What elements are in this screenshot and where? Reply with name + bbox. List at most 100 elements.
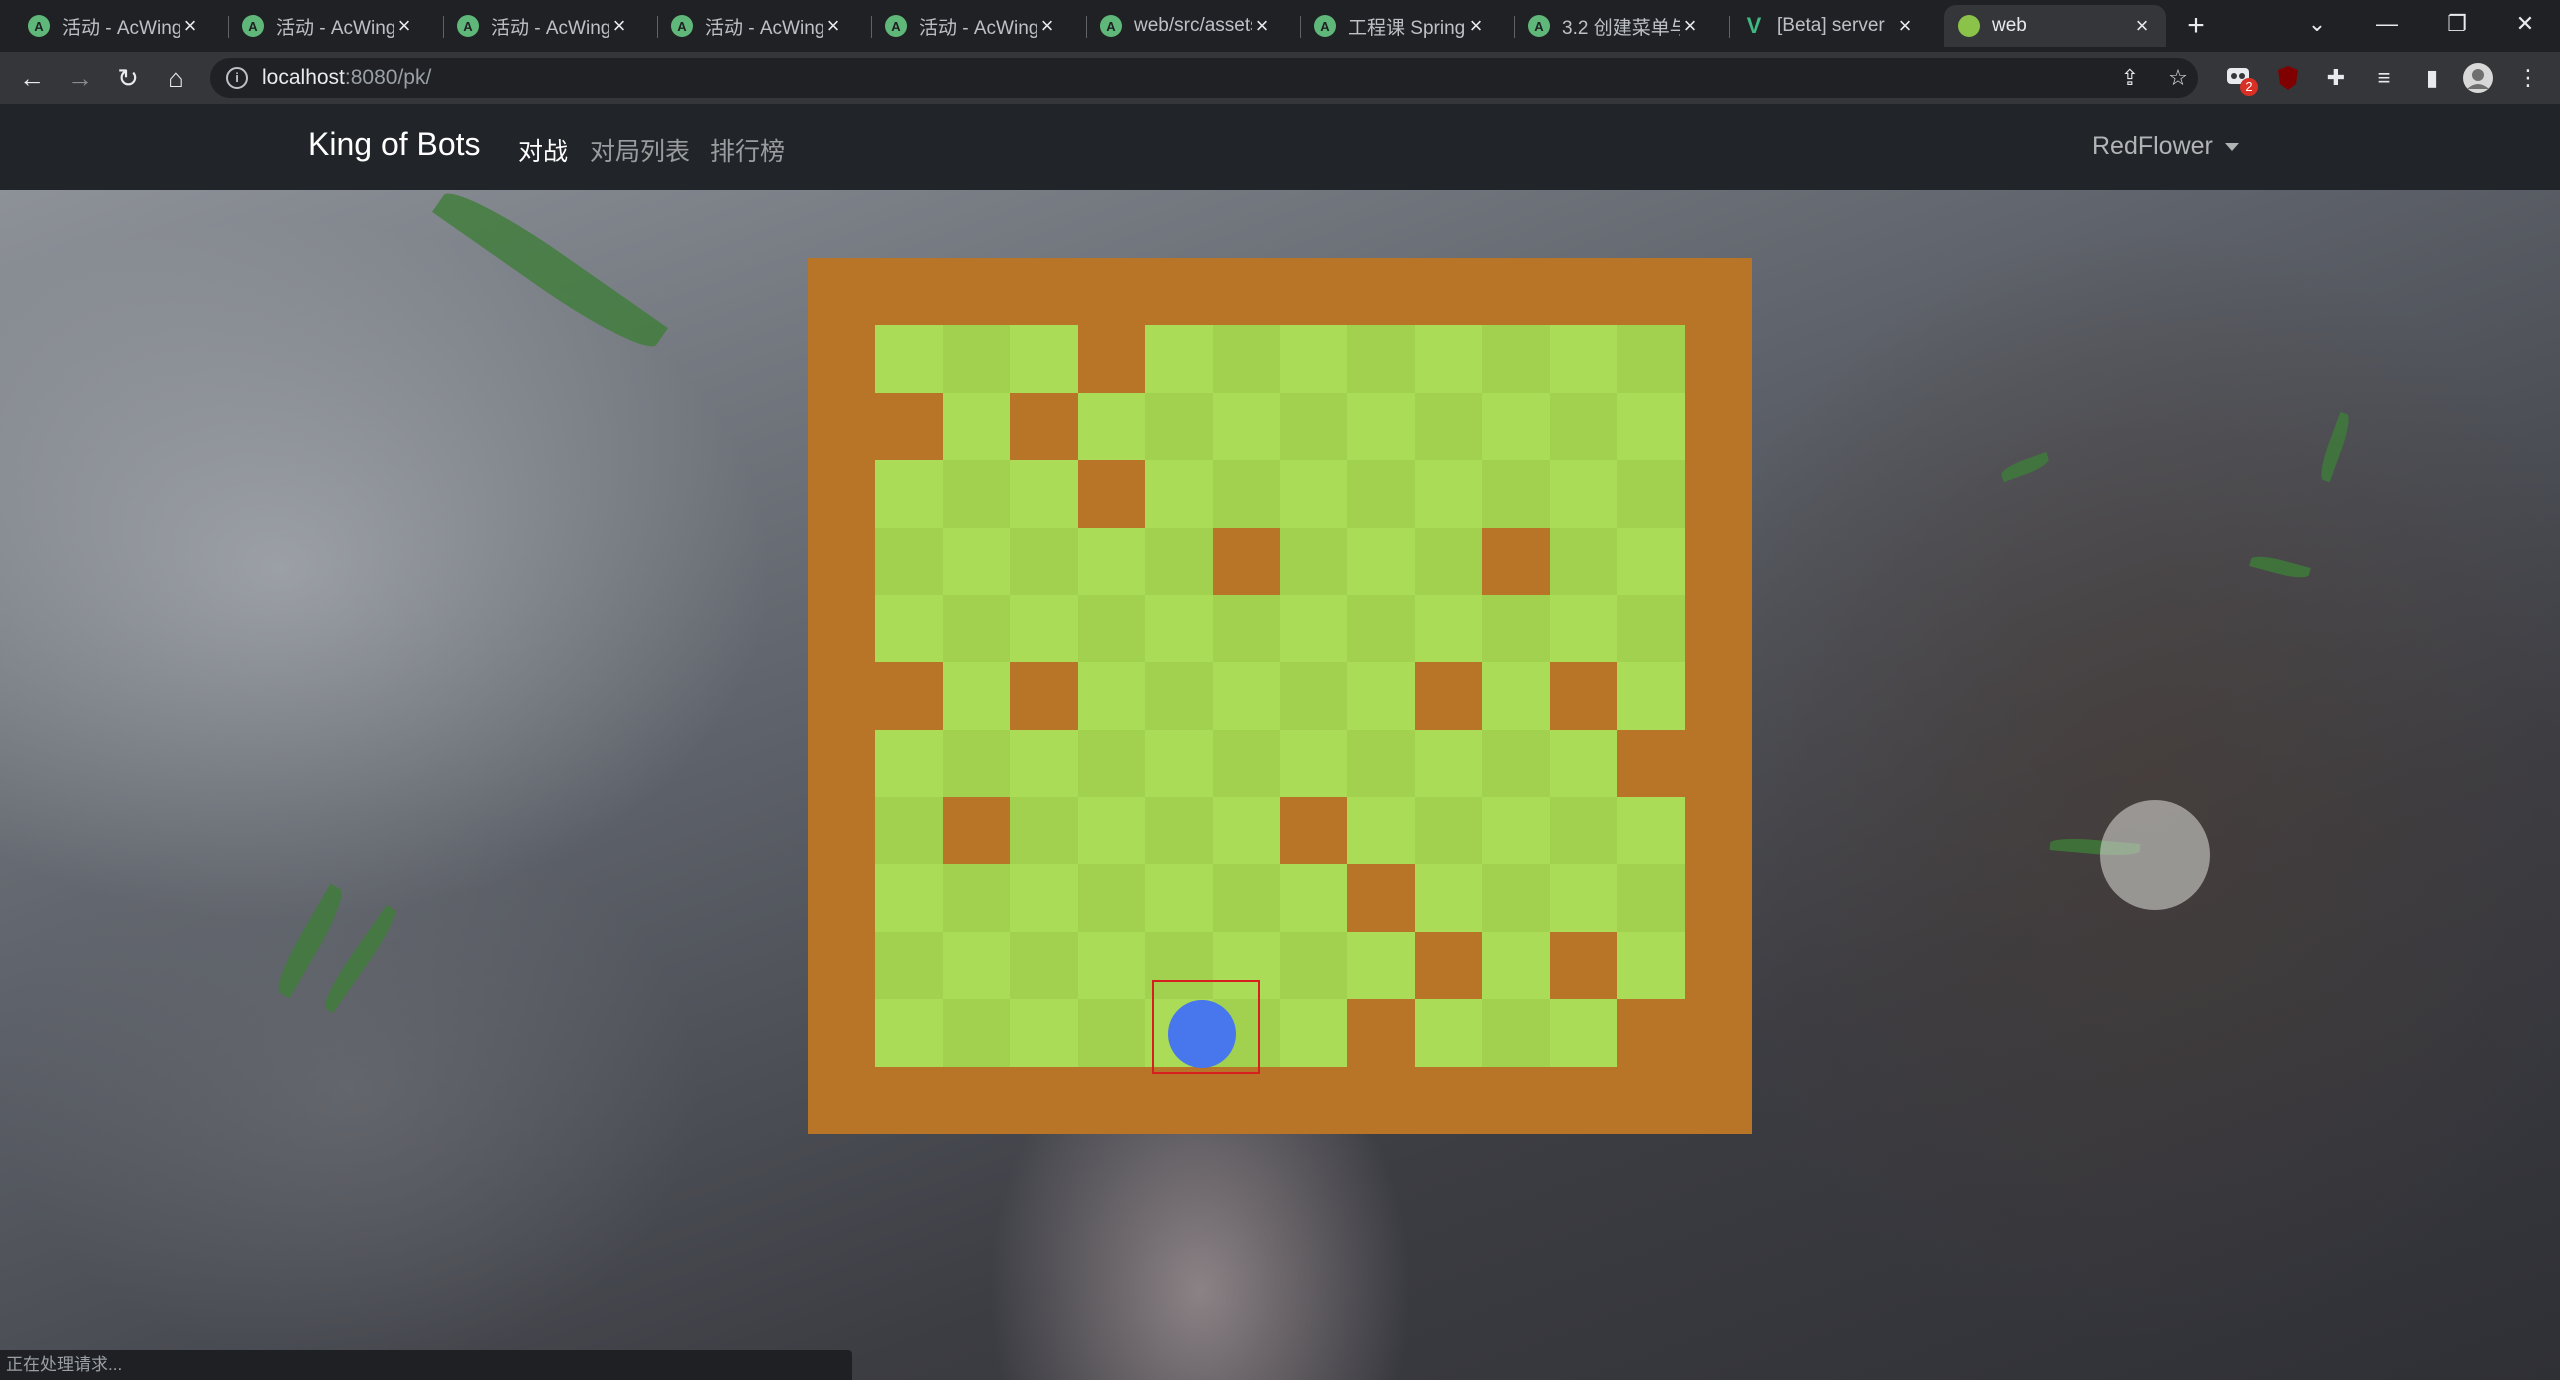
browser-tab[interactable]: A 工程课 SpringBoot × [1300, 5, 1500, 47]
grass-cell [1212, 325, 1280, 393]
close-icon[interactable]: × [1466, 13, 1486, 39]
browser-tab-strip: A 活动 - AcWing × A 活动 - AcWing × A 活动 - A… [0, 0, 2560, 52]
browser-tab-active[interactable]: web × [1944, 5, 2166, 47]
nav-link-ranklist[interactable]: 排行榜 [710, 132, 785, 168]
back-icon[interactable]: ← [14, 60, 50, 96]
extensions-puzzle-icon[interactable]: ✚ [2318, 60, 2354, 96]
wall-cell [1684, 527, 1752, 595]
wall-cell [808, 460, 876, 528]
grass-cell [1347, 392, 1415, 461]
grass-cell [942, 864, 1011, 932]
ublock-icon[interactable] [2272, 62, 2304, 94]
grass-cell [1077, 931, 1146, 1000]
wall-cell [1482, 1066, 1550, 1134]
acwing-icon: A [457, 15, 479, 37]
grass-cell [1347, 662, 1415, 730]
wall-cell [808, 729, 876, 798]
browser-tab[interactable]: A 活动 - AcWing × [657, 5, 857, 47]
game-map[interactable] [808, 258, 1752, 1134]
grass-cell [875, 999, 943, 1067]
browser-menu-icon[interactable]: ⋮ [2510, 60, 2546, 96]
tab-search-icon[interactable]: ⌄ [2292, 6, 2342, 42]
vue-icon: V [1746, 13, 1762, 38]
grass-cell [1280, 325, 1348, 393]
browser-tab[interactable]: A 3.2 创建菜单与 × [1514, 5, 1714, 47]
side-panel-icon[interactable]: ▮ [2414, 60, 2450, 96]
close-icon[interactable]: × [823, 13, 843, 39]
grass-cell [1280, 662, 1348, 730]
site-info-icon[interactable]: i [226, 67, 248, 89]
tab-title: web [1992, 15, 2027, 36]
grass-cell [1617, 594, 1685, 663]
tab-title: 活动 - AcWing [276, 17, 394, 39]
wall-cell [808, 1066, 876, 1134]
wall-cell [1077, 460, 1146, 528]
tab-title: 活动 - AcWing [62, 17, 180, 39]
grass-cell [1414, 325, 1483, 393]
wall-cell [1212, 258, 1280, 326]
grass-cell [1347, 931, 1415, 1000]
user-dropdown[interactable]: RedFlower [2092, 132, 2239, 161]
grass-cell [1549, 527, 1618, 595]
grass-cell [875, 460, 943, 528]
reading-list-icon[interactable]: ≡ [2366, 60, 2402, 96]
wall-cell [808, 797, 876, 865]
wall-cell [1010, 1066, 1078, 1134]
bookmark-star-icon[interactable]: ☆ [2160, 60, 2196, 96]
acwing-icon: A [28, 15, 50, 37]
reload-icon[interactable]: ↻ [110, 60, 146, 96]
home-icon[interactable]: ⌂ [158, 60, 194, 96]
browser-tab[interactable]: A 活动 - AcWing × [443, 5, 643, 47]
wall-cell [808, 662, 876, 730]
forward-icon[interactable]: → [62, 60, 98, 96]
grass-cell [1414, 864, 1483, 932]
close-icon[interactable]: × [1680, 13, 1700, 39]
grass-cell [942, 460, 1011, 528]
grass-cell [1280, 864, 1348, 932]
browser-tab[interactable]: A 活动 - AcWing × [871, 5, 1071, 47]
grass-cell [1347, 797, 1415, 865]
profile-avatar-icon[interactable] [2462, 62, 2494, 94]
grass-cell [1482, 594, 1550, 663]
close-icon[interactable]: × [1895, 13, 1915, 39]
share-icon[interactable]: ⇪ [2112, 60, 2148, 96]
leaf-decoration [2316, 411, 2354, 483]
wall-cell [1684, 999, 1752, 1067]
minimize-icon[interactable]: — [2362, 6, 2412, 42]
tab-title: 活动 - AcWing [705, 17, 823, 39]
wall-cell [808, 931, 876, 1000]
window-close-icon[interactable]: ✕ [2500, 6, 2550, 42]
new-tab-button[interactable]: + [2176, 6, 2216, 46]
close-icon[interactable]: × [609, 13, 629, 39]
browser-tab[interactable]: A web/src/assets × [1086, 5, 1286, 47]
grass-cell [1280, 729, 1348, 798]
grass-cell [1347, 325, 1415, 393]
restore-icon[interactable]: ❐ [2432, 6, 2482, 42]
extension-icon[interactable]: 2 [2224, 62, 2258, 96]
grass-cell [1077, 729, 1146, 798]
close-icon[interactable]: × [1252, 13, 1272, 39]
grass-cell [1010, 864, 1078, 932]
grass-cell [942, 325, 1011, 393]
grass-cell [1280, 527, 1348, 595]
extension-badge: 2 [2240, 78, 2258, 96]
nav-link-record-list[interactable]: 对局列表 [590, 132, 690, 168]
brand-logo[interactable]: King of Bots [308, 126, 481, 163]
close-icon[interactable]: × [394, 13, 414, 39]
close-icon[interactable]: × [2132, 13, 2152, 39]
grass-cell [942, 527, 1011, 595]
close-icon[interactable]: × [180, 13, 200, 39]
grass-cell [1280, 392, 1348, 461]
browser-tab[interactable]: A 活动 - AcWing × [228, 5, 428, 47]
nav-link-pk[interactable]: 对战 [518, 132, 568, 168]
url-host: localhost [262, 66, 345, 89]
close-icon[interactable]: × [1037, 13, 1057, 39]
wall-cell [1212, 1066, 1280, 1134]
browser-tab[interactable]: A 活动 - AcWing × [14, 5, 214, 47]
grass-cell [942, 662, 1011, 730]
browser-tab[interactable]: V [Beta] server × [1729, 5, 1929, 47]
address-bar[interactable]: i localhost:8080/pk/ [210, 58, 2198, 98]
glow-orb [2100, 800, 2210, 910]
wall-cell [808, 864, 876, 932]
wall-cell [1280, 797, 1348, 865]
